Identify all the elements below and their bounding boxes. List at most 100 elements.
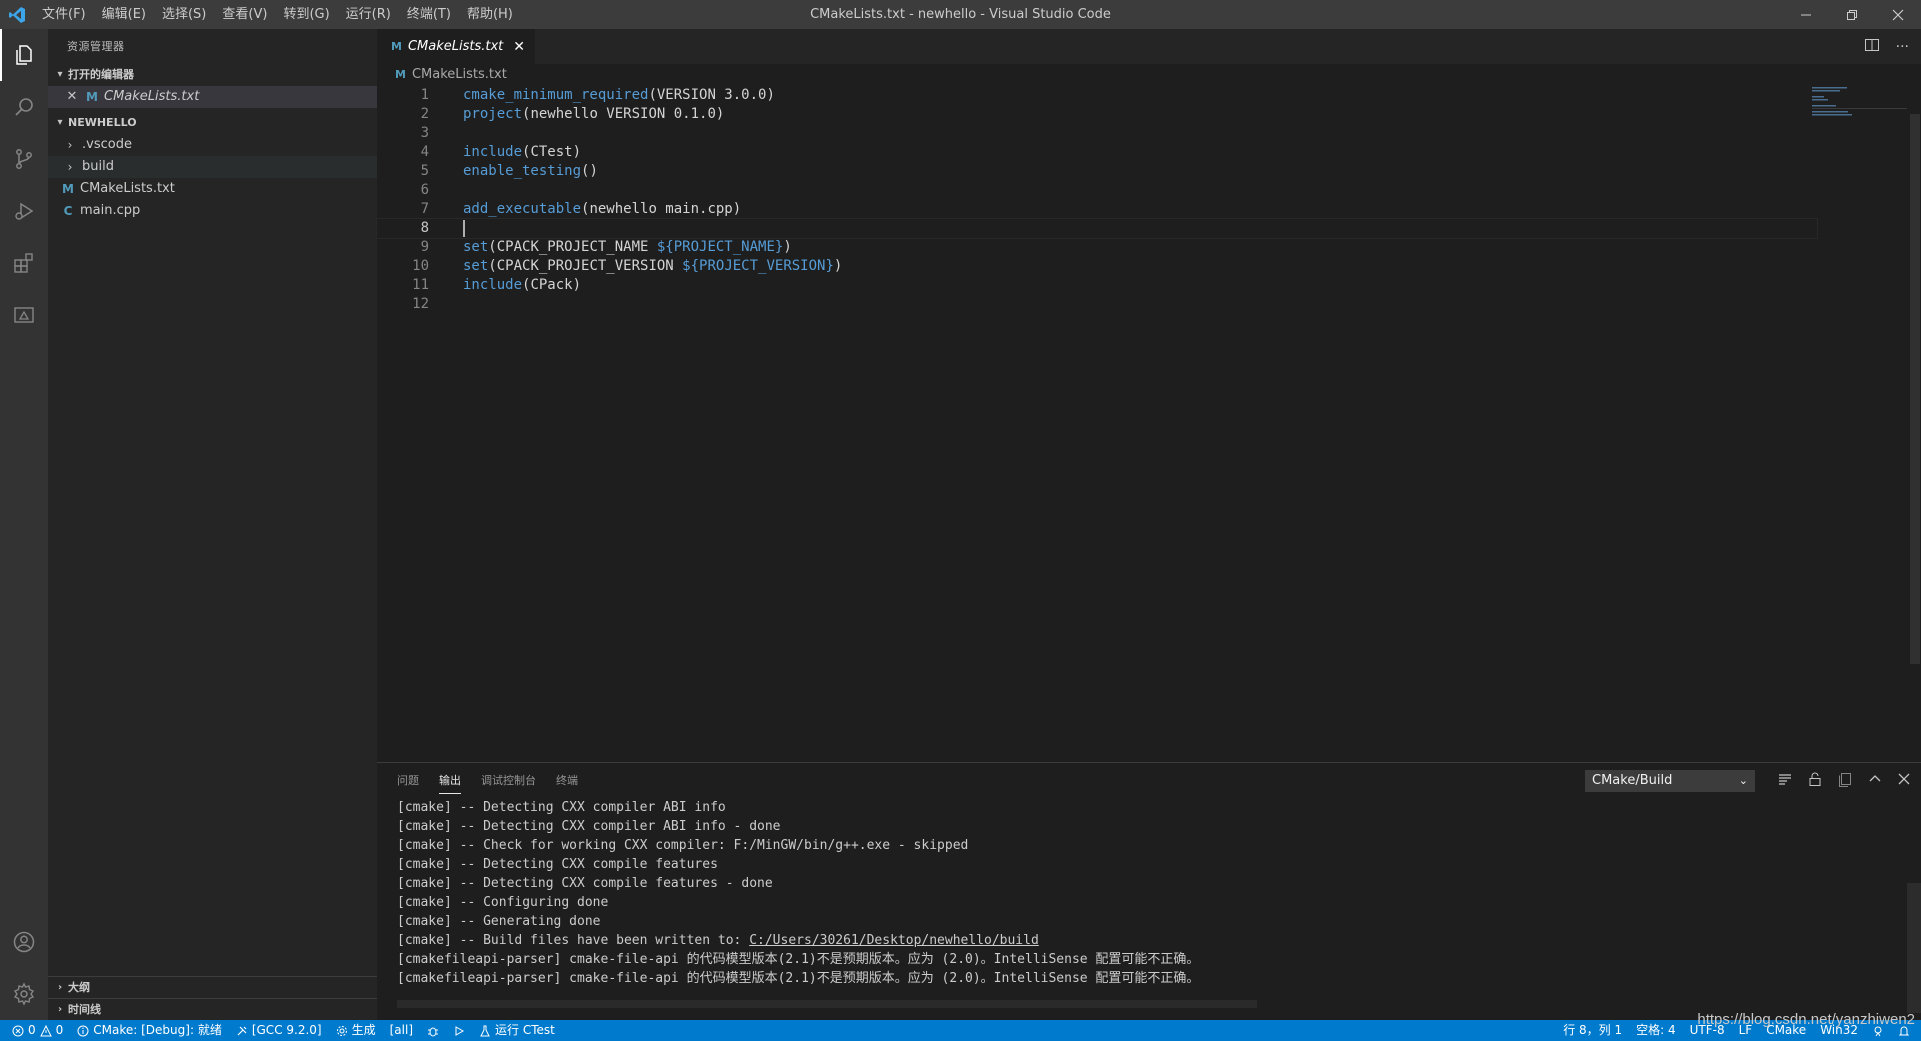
error-icon <box>12 1025 24 1036</box>
feedback-icon[interactable] <box>1865 1025 1891 1037</box>
cmake-target[interactable]: [all] <box>383 1020 420 1041</box>
platform[interactable]: Win32 <box>1813 1020 1865 1041</box>
output-log[interactable]: [cmake] -- Detecting CXX compiler ABI in… <box>377 798 1921 988</box>
menu-view[interactable]: 查看(V) <box>214 0 275 29</box>
code-args: (newhello main.cpp) <box>581 201 742 217</box>
notifications-icon[interactable] <box>1891 1025 1917 1037</box>
close-icon[interactable]: ✕ <box>64 86 80 108</box>
end-of-line[interactable]: LF <box>1732 1020 1760 1041</box>
output-text: [cmake] -- Detecting CXX compiler ABI in… <box>397 800 726 815</box>
tree-item-vscode[interactable]: › .vscode <box>48 134 377 156</box>
clear-output-icon[interactable] <box>1777 771 1793 791</box>
minimize-button[interactable] <box>1783 0 1829 29</box>
status-bar: 0 0 CMake: [Debug]: 就绪 [GCC 9.2.0] 生成 [a… <box>0 1020 1921 1041</box>
debug-icon[interactable] <box>420 1025 446 1037</box>
tree-item-label: main.cpp <box>80 203 141 218</box>
cmake-status[interactable]: CMake: [Debug]: 就绪 <box>70 1020 229 1041</box>
open-editors-label: 打开的编辑器 <box>68 68 134 81</box>
menu-selection[interactable]: 选择(S) <box>154 0 214 29</box>
open-editor-item[interactable]: ✕ M CMakeLists.txt <box>48 86 377 108</box>
code-line[interactable]: 12 <box>377 295 1817 314</box>
split-editor-icon[interactable] <box>1864 37 1880 57</box>
lock-icon[interactable] <box>1807 771 1823 791</box>
tree-item-build[interactable]: › build <box>48 156 377 178</box>
menu-terminal[interactable]: 终端(T) <box>399 0 459 29</box>
line-number: 11 <box>412 277 429 293</box>
remote-explorer-icon[interactable] <box>0 289 48 341</box>
close-icon[interactable]: ✕ <box>513 39 525 55</box>
run-debug-icon[interactable] <box>0 185 48 237</box>
code-line[interactable]: 4 include(CTest) <box>377 143 1817 162</box>
folder-header[interactable]: ▾ NEWHELLO <box>48 112 377 134</box>
more-actions-icon[interactable]: ··· <box>1896 39 1909 55</box>
cpp-file-icon: C <box>63 204 73 218</box>
search-icon[interactable] <box>0 81 48 133</box>
cmake-kit[interactable]: [GCC 9.2.0] <box>229 1020 329 1041</box>
tab-terminal[interactable]: 终端 <box>556 763 578 798</box>
account-icon[interactable] <box>0 916 48 968</box>
output-vertical-scrollbar[interactable] <box>1907 883 1921 1013</box>
output-text: [cmakefileapi-parser] cmake-file-api 的代码… <box>397 952 1200 967</box>
language-mode[interactable]: CMake <box>1759 1020 1813 1041</box>
gear-icon[interactable] <box>0 968 48 1020</box>
output-channel-select[interactable]: CMake/Build ⌄ <box>1585 769 1755 792</box>
output-text: [cmake] -- Configuring done <box>397 895 609 910</box>
launch-icon[interactable] <box>446 1025 472 1037</box>
menu-file[interactable]: 文件(F) <box>34 0 94 29</box>
output-line: [cmake] -- Generating done <box>397 912 1921 931</box>
output-path-link[interactable]: C:/Users/30261/Desktop/newhello/build <box>749 933 1039 948</box>
close-window-button[interactable] <box>1875 0 1921 29</box>
code-line[interactable]: 1 cmake_minimum_required(VERSION 3.0.0) <box>377 86 1817 105</box>
indentation[interactable]: 空格: 4 <box>1629 1020 1683 1041</box>
explorer-icon[interactable] <box>0 29 48 81</box>
code-line[interactable]: 3 <box>377 124 1817 143</box>
cmake-kit-label: [GCC 9.2.0] <box>251 1023 322 1037</box>
code-line[interactable]: 6 <box>377 181 1817 200</box>
code-line[interactable]: 5 enable_testing() <box>377 162 1817 181</box>
problems-status[interactable]: 0 0 <box>0 1020 70 1041</box>
cmake-build[interactable]: 生成 <box>329 1020 383 1041</box>
restore-button[interactable] <box>1829 0 1875 29</box>
run-ctest[interactable]: 运行 CTest <box>472 1020 562 1041</box>
tab-debug-console[interactable]: 调试控制台 <box>481 763 536 798</box>
output-text: [cmake] -- Detecting CXX compile feature… <box>397 857 718 872</box>
source-control-icon[interactable] <box>0 133 48 185</box>
encoding[interactable]: UTF-8 <box>1683 1020 1732 1041</box>
code-args: (CPACK_PROJECT_VERSION <box>488 258 683 274</box>
output-horizontal-scrollbar[interactable] <box>397 1000 1257 1008</box>
line-content: set(CPACK_PROJECT_NAME ${PROJECT_NAME}) <box>429 238 792 257</box>
tab-output[interactable]: 输出 <box>439 763 461 798</box>
code-editor[interactable]: 1 cmake_minimum_required(VERSION 3.0.0) 2 p… <box>376 86 1818 314</box>
code-line[interactable]: 2 project(newhello VERSION 0.1.0) <box>377 105 1817 124</box>
maximize-panel-icon[interactable] <box>1867 771 1883 791</box>
tab-cmakelists[interactable]: M CMakeLists.txt ✕ <box>377 29 535 64</box>
tree-item-main-cpp[interactable]: C main.cpp <box>48 200 377 222</box>
code-function: cmake_minimum_required <box>463 87 649 103</box>
breadcrumb-file[interactable]: CMakeLists.txt <box>412 64 507 86</box>
menu-bar: 文件(F) 编辑(E) 选择(S) 查看(V) 转到(G) 运行(R) 终端(T… <box>34 0 521 29</box>
code-line[interactable]: 9 set(CPACK_PROJECT_NAME ${PROJECT_NAME}) <box>377 238 1817 257</box>
open-in-editor-icon[interactable] <box>1837 771 1853 791</box>
menu-help[interactable]: 帮助(H) <box>459 0 521 29</box>
code-line[interactable]: 10 set(CPACK_PROJECT_VERSION ${PROJECT_VE… <box>377 257 1817 276</box>
extensions-icon[interactable] <box>0 237 48 289</box>
tree-item-cmakelists[interactable]: M CMakeLists.txt <box>48 178 377 200</box>
code-line[interactable]: 8 <box>376 218 1818 239</box>
line-number: 2 <box>420 106 429 122</box>
code-line[interactable]: 7 add_executable(newhello main.cpp) <box>377 200 1817 219</box>
line-content: include(CPack) <box>429 276 581 295</box>
editor-scrollbar[interactable] <box>1907 86 1921 762</box>
cursor-position[interactable]: 行 8，列 1 <box>1556 1020 1629 1041</box>
menu-run[interactable]: 运行(R) <box>338 0 399 29</box>
tree-item-label: .vscode <box>82 137 132 152</box>
menu-go[interactable]: 转到(G) <box>275 0 337 29</box>
minimap[interactable] <box>1812 86 1907 116</box>
tab-problems[interactable]: 问题 <box>397 763 419 798</box>
open-editors-header[interactable]: ▾ 打开的编辑器 <box>48 64 377 86</box>
code-line[interactable]: 11 include(CPack) <box>377 276 1817 295</box>
code-args: (newhello VERSION 0.1.0) <box>522 106 725 122</box>
menu-edit[interactable]: 编辑(E) <box>94 0 154 29</box>
timeline-header[interactable]: › 时间线 <box>48 998 377 1020</box>
close-panel-icon[interactable] <box>1897 772 1911 790</box>
outline-header[interactable]: › 大纲 <box>48 976 377 998</box>
